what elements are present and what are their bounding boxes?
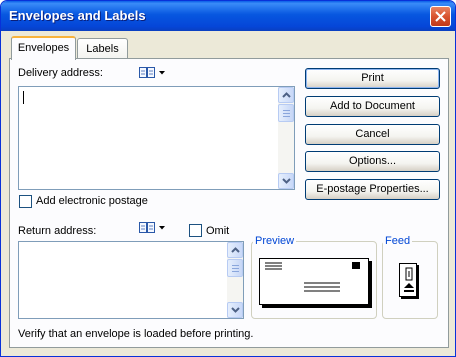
scroll-up-button[interactable] [278,87,294,103]
delivery-address-label: Delivery address: [18,67,103,79]
panel-content: Delivery address: Add electronic postage… [1,1,455,356]
scroll-thumb[interactable] [227,259,243,277]
cancel-button[interactable]: Cancel [305,124,440,145]
options-button[interactable]: Options... [305,151,440,172]
address-book-icon[interactable] [139,67,155,79]
scroll-thumb[interactable] [278,104,294,122]
add-to-document-button[interactable]: Add to Document [305,96,440,117]
omit-checkbox[interactable] [189,224,202,237]
return-address-field[interactable] [18,241,244,319]
scroll-up-icon [231,247,240,253]
scroll-down-button[interactable] [278,173,294,189]
delivery-scrollbar[interactable] [278,87,294,189]
electronic-postage-checkbox[interactable] [19,195,32,208]
chevron-down-icon[interactable] [159,71,165,75]
epostage-properties-button-label: E-postage Properties... [316,183,429,195]
options-button-label: Options... [348,155,397,167]
address-book-icon[interactable] [139,222,155,234]
omit-label: Omit [206,225,230,237]
text-cursor [23,91,24,104]
scroll-down-icon [282,178,291,184]
chevron-down-icon[interactable] [159,226,165,230]
scroll-down-icon [231,307,240,313]
add-to-document-button-label: Add to Document [330,100,415,112]
envelopes-labels-dialog: Envelopes and Labels Envelopes Labels De… [0,0,456,357]
print-button[interactable]: Print [305,68,440,89]
feed-label: Feed [383,235,413,247]
scroll-down-button[interactable] [227,302,243,318]
feed-icon [404,267,414,292]
status-message: Verify that an envelope is loaded before… [18,328,254,340]
return-scrollbar[interactable] [227,242,243,318]
return-address-label: Return address: [18,225,97,237]
cancel-button-label: Cancel [355,128,390,140]
electronic-postage-label: Add electronic postage [36,195,148,207]
envelope-preview[interactable] [259,258,369,305]
epostage-properties-button[interactable]: E-postage Properties... [305,179,440,200]
scroll-up-icon [282,92,291,98]
feed-method[interactable] [399,263,417,297]
envelope-preview-icon [265,262,360,292]
delivery-address-field[interactable] [18,86,295,190]
preview-label: Preview [253,235,297,247]
print-button-label: Print [361,72,384,84]
scroll-up-button[interactable] [227,242,243,258]
